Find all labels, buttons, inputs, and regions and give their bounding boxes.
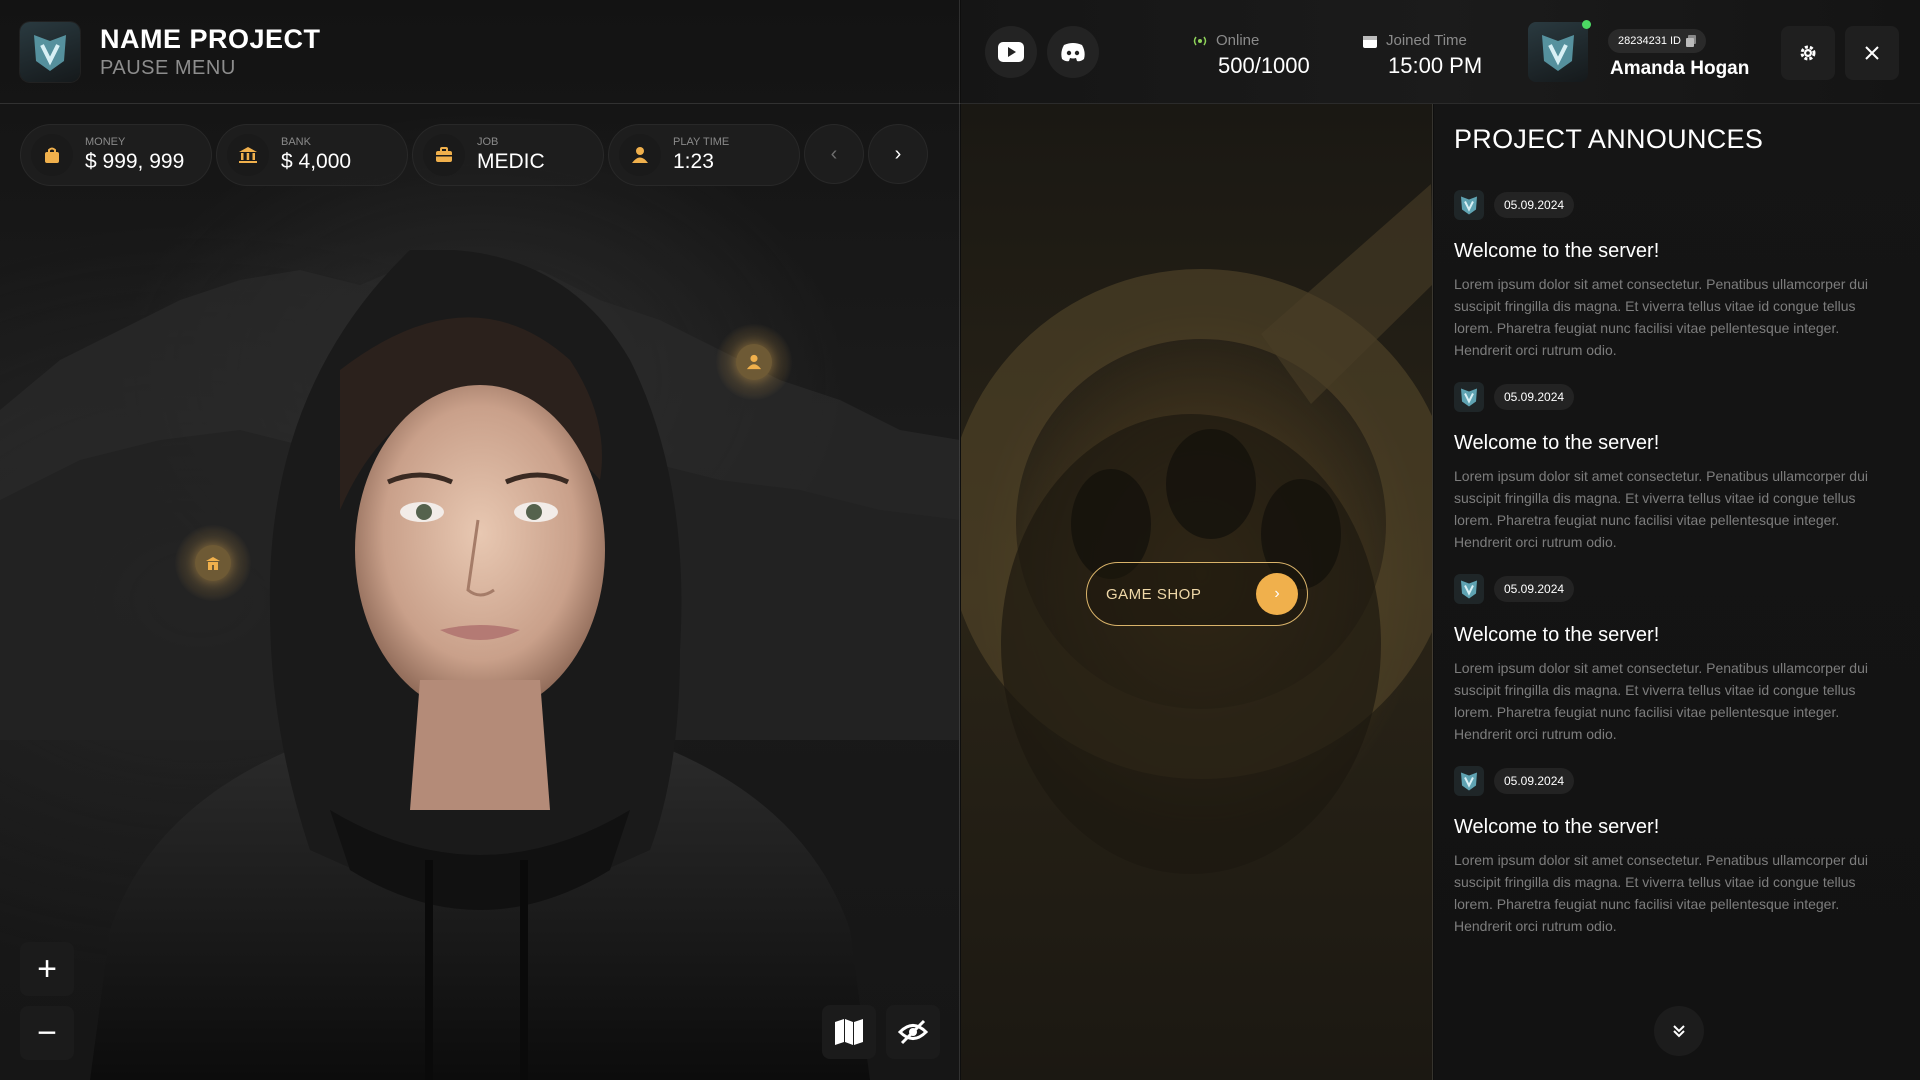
stat-job-value: MEDIC xyxy=(477,150,545,173)
discord-icon xyxy=(1061,43,1085,62)
stat-bank: BANK $ 4,000 xyxy=(216,124,408,186)
announce-item[interactable]: 05.09.2024 Welcome to the server! Lorem … xyxy=(1454,574,1894,766)
announces-list: 05.09.2024 Welcome to the server! Lorem … xyxy=(1454,190,1894,958)
announce-item[interactable]: 05.09.2024 Welcome to the server! Lorem … xyxy=(1454,190,1894,382)
announce-heading: Welcome to the server! xyxy=(1454,624,1660,646)
brand-header: NAME PROJECT PAUSE MENU xyxy=(20,22,321,82)
announce-date: 05.09.2024 xyxy=(1494,576,1575,602)
user-id-badge[interactable]: 28234231 ID xyxy=(1608,29,1706,53)
brand-subtitle: PAUSE MENU xyxy=(100,57,236,79)
online-label: Online xyxy=(1216,32,1260,49)
person-icon xyxy=(736,344,772,380)
minus-icon: − xyxy=(37,1014,57,1052)
bank-icon xyxy=(227,134,269,176)
stat-playtime: PLAY TIME 1:23 xyxy=(608,124,800,186)
hide-ui-button[interactable] xyxy=(886,1005,940,1059)
announce-heading: Welcome to the server! xyxy=(1454,816,1660,838)
player-stats-bar: MONEY $ 999, 999 BANK $ 4,000 JOB MEDIC xyxy=(20,124,928,186)
character-scene: NAME PROJECT PAUSE MENU MONEY $ 999, 999… xyxy=(0,0,960,1080)
scroll-more-button[interactable] xyxy=(1654,1006,1704,1056)
shield-logo-icon xyxy=(1454,766,1484,796)
announce-body: Lorem ipsum dolor sit amet consectetur. … xyxy=(1454,468,1868,550)
map-icon xyxy=(835,1019,863,1045)
stat-money-value: $ 999, 999 xyxy=(85,150,185,173)
announce-date: 05.09.2024 xyxy=(1494,768,1575,794)
announce-body: Lorem ipsum dolor sit amet consectetur. … xyxy=(1454,276,1868,358)
announce-date: 05.09.2024 xyxy=(1494,384,1575,410)
online-value: 500/1000 xyxy=(1218,53,1310,78)
shield-logo-icon xyxy=(1454,574,1484,604)
arrow-right-icon: › xyxy=(1256,573,1298,615)
stat-money: MONEY $ 999, 999 xyxy=(20,124,212,186)
stat-bank-value: $ 4,000 xyxy=(281,150,352,173)
brand-logo xyxy=(20,22,80,82)
announce-heading: Welcome to the server! xyxy=(1454,432,1660,454)
brand-title: NAME PROJECT xyxy=(100,24,321,54)
stat-job-label: JOB xyxy=(477,136,499,148)
chevron-right-icon: › xyxy=(894,142,902,165)
online-status-dot xyxy=(1582,20,1591,29)
announce-item[interactable]: 05.09.2024 Welcome to the server! Lorem … xyxy=(1454,382,1894,574)
discord-button[interactable] xyxy=(1047,26,1099,78)
shield-logo-icon xyxy=(1454,190,1484,220)
stat-playtime-label: PLAY TIME xyxy=(673,136,730,148)
zoom-in-button[interactable]: + xyxy=(20,942,74,996)
stats-next-button[interactable]: › xyxy=(868,124,928,184)
announce-date: 05.09.2024 xyxy=(1494,192,1575,218)
announces-panel: PROJECT ANNOUNCES 05.09.2024 Welcome to … xyxy=(1434,104,1920,1080)
gear-icon xyxy=(1800,45,1816,61)
stat-bank-label: BANK xyxy=(281,136,311,148)
youtube-icon xyxy=(998,42,1024,62)
online-info: Online 500/1000 xyxy=(1192,32,1310,79)
zoom-out-button[interactable]: − xyxy=(20,1006,74,1060)
announce-body: Lorem ipsum dolor sit amet consectetur. … xyxy=(1454,852,1868,934)
joined-value: 15:00 PM xyxy=(1388,53,1483,78)
game-shop-button[interactable]: GAME SHOP › xyxy=(1086,562,1308,626)
shield-logo-icon xyxy=(34,35,66,71)
map-marker-person[interactable] xyxy=(716,324,792,400)
bag-icon xyxy=(31,134,73,176)
shield-logo-icon xyxy=(1454,382,1484,412)
settings-button[interactable] xyxy=(1781,26,1835,80)
joined-label: Joined Time xyxy=(1386,32,1467,49)
plus-icon: + xyxy=(37,950,57,988)
person-icon xyxy=(619,134,661,176)
stat-job: JOB MEDIC xyxy=(412,124,604,186)
user-id: 28234231 ID xyxy=(1618,35,1681,47)
map-toggle-button[interactable] xyxy=(822,1005,876,1059)
signal-icon xyxy=(1193,36,1207,45)
shield-logo-icon xyxy=(1542,35,1574,71)
game-shop-panel: GAME SHOP › xyxy=(961,104,1433,1080)
announce-heading: Welcome to the server! xyxy=(1454,240,1660,262)
avatar[interactable] xyxy=(1528,22,1588,82)
chevron-left-icon: ‹ xyxy=(830,142,838,165)
copy-icon[interactable] xyxy=(1686,35,1696,47)
youtube-button[interactable] xyxy=(985,26,1037,78)
close-button[interactable] xyxy=(1845,26,1899,80)
game-shop-label: GAME SHOP xyxy=(1106,585,1202,603)
announce-body: Lorem ipsum dolor sit amet consectetur. … xyxy=(1454,660,1868,742)
announces-title: PROJECT ANNOUNCES xyxy=(1454,124,1764,154)
close-icon xyxy=(1865,46,1879,60)
map-marker-building[interactable] xyxy=(175,525,251,601)
briefcase-icon xyxy=(423,134,465,176)
stat-playtime-value: 1:23 xyxy=(673,150,714,173)
double-chevron-down-icon xyxy=(1673,1025,1685,1038)
eye-off-icon xyxy=(898,1019,928,1045)
user-name: Amanda Hogan xyxy=(1610,58,1750,79)
announce-item[interactable]: 05.09.2024 Welcome to the server! Lorem … xyxy=(1454,766,1894,958)
stats-prev-button[interactable]: ‹ xyxy=(804,124,864,184)
joined-time-info: Joined Time 15:00 PM xyxy=(1362,32,1482,79)
calendar-icon xyxy=(1363,35,1377,48)
building-icon xyxy=(195,545,231,581)
stat-money-label: MONEY xyxy=(85,136,126,148)
